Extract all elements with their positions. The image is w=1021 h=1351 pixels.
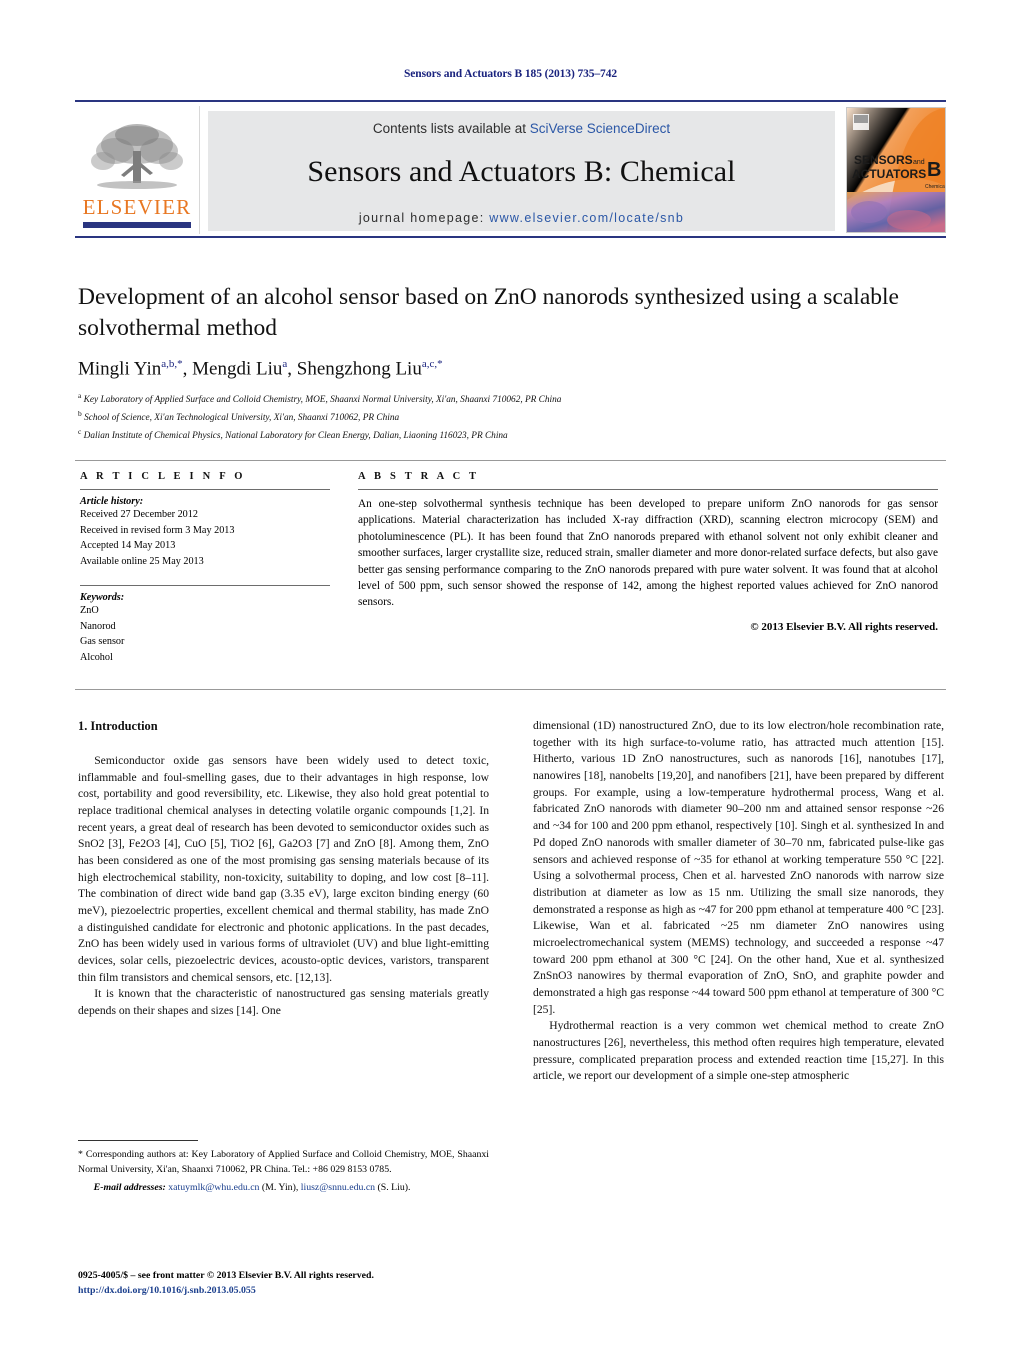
- affiliation-mark: b: [78, 409, 82, 419]
- paragraph: Hydrothermal reaction is a very common w…: [533, 1019, 944, 1083]
- author-name: Mengdi Liu: [192, 358, 283, 380]
- affiliation-text: Dalian Institute of Chemical Physics, Na…: [83, 431, 508, 442]
- abstract-text: An one-step solvothermal synthesis techn…: [358, 498, 938, 609]
- affiliation-mark: c: [78, 427, 82, 437]
- author-affil-mark: a: [282, 358, 288, 370]
- abstract-rule: [358, 489, 938, 490]
- journal-band: Contents lists available at SciVerse Sci…: [208, 111, 835, 231]
- introduction-left-column: 1. Introduction Semiconductor oxide gas …: [78, 718, 489, 1020]
- article-info-column: A R T I C L E I N F O Article history: R…: [80, 471, 330, 665]
- history-item: Received in revised form 3 May 2013: [80, 524, 235, 536]
- elsevier-logo: ELSEVIER: [75, 106, 200, 234]
- svg-text:B: B: [927, 159, 941, 181]
- introduction-right-column: dimensional (1D) nanostructured ZnO, due…: [533, 718, 944, 1085]
- contents-prefix: Contents lists available at: [372, 121, 530, 136]
- keywords-block: Keywords: ZnO Nanorod Gas sensor Alcohol: [80, 585, 330, 665]
- doi-link[interactable]: http://dx.doi.org/10.1016/j.snb.2013.05.…: [78, 1285, 256, 1296]
- paragraph: It is known that the characteristic of n…: [78, 987, 489, 1018]
- keyword-item: ZnO: [80, 605, 99, 616]
- info-abstract-panel: A R T I C L E I N F O Article history: R…: [75, 460, 946, 690]
- keyword-item: Nanorod: [80, 620, 116, 632]
- elsevier-bar: [83, 222, 191, 228]
- email-link-yin[interactable]: xatuymlk@whu.edu.cn: [168, 1182, 259, 1193]
- issn-copyright-line: 0925-4005/$ – see front matter © 2013 El…: [78, 1270, 374, 1281]
- sciencedirect-link[interactable]: SciVerse ScienceDirect: [530, 121, 670, 136]
- elsevier-tree-icon: [91, 124, 183, 189]
- author-list: Mingli Yina,b,*, Mengdi Liua, Shengzhong…: [78, 358, 443, 380]
- history-item: Received 27 December 2012: [80, 509, 198, 520]
- section-heading-introduction: 1. Introduction: [78, 719, 158, 733]
- abstract-column: A B S T R A C T An one-step solvothermal…: [358, 471, 938, 633]
- journal-cover-thumbnail[interactable]: SENSORS and ACTUATORS B Chemical: [846, 107, 946, 233]
- article-info-rule: [80, 489, 330, 490]
- affiliation-item: a Key Laboratory of Applied Surface and …: [78, 390, 938, 408]
- corresponding-author-note: * Corresponding authors at: Key Laborato…: [78, 1149, 489, 1175]
- affiliation-list: a Key Laboratory of Applied Surface and …: [78, 390, 938, 444]
- abstract-heading: A B S T R A C T: [358, 471, 480, 482]
- affiliation-item: b School of Science, Xi'an Technological…: [78, 408, 938, 426]
- homepage-label: journal homepage:: [358, 211, 485, 225]
- affiliation-text: Key Laboratory of Applied Surface and Co…: [83, 395, 562, 406]
- affiliation-text: School of Science, Xi'an Technological U…: [84, 413, 400, 424]
- keyword-item: Gas sensor: [80, 636, 125, 647]
- contents-available-line: Contents lists available at SciVerse Sci…: [373, 121, 670, 136]
- author-name: Shengzhong Liu: [296, 358, 422, 380]
- svg-text:Chemical: Chemical: [925, 184, 945, 190]
- paper-page: Sensors and Actuators B 185 (2013) 735–7…: [0, 0, 1021, 1351]
- paragraph: dimensional (1D) nanostructured ZnO, due…: [533, 719, 944, 1016]
- author-name: Mingli Yin: [78, 358, 162, 380]
- email-owner: (M. Yin): [261, 1182, 296, 1194]
- running-head: Sensors and Actuators B 185 (2013) 735–7…: [403, 68, 618, 80]
- journal-cover-art: SENSORS and ACTUATORS B Chemical: [847, 108, 945, 232]
- footnote-rule: [78, 1140, 198, 1141]
- paragraph: Semiconductor oxide gas sensors have bee…: [78, 753, 489, 984]
- copyright-line: © 2013 Elsevier B.V. All rights reserved…: [750, 620, 938, 633]
- author-affil-mark: a,c,*: [421, 358, 443, 370]
- email-note: E-mail addresses: xatuymlk@whu.edu.cn (M…: [93, 1182, 411, 1194]
- elsevier-wordmark: ELSEVIER: [82, 195, 192, 219]
- article-info-heading: A R T I C L E I N F O: [80, 471, 246, 482]
- email-label: E-mail addresses:: [93, 1182, 166, 1194]
- email-owner: (S. Liu).: [377, 1182, 411, 1194]
- svg-text:and: and: [913, 159, 925, 166]
- footnote-block: * Corresponding authors at: Key Laborato…: [78, 1140, 489, 1196]
- keywords-rule: [80, 585, 330, 586]
- svg-text:ACTUATORS: ACTUATORS: [852, 167, 926, 181]
- journal-homepage-link[interactable]: www.elsevier.com/locate/snb: [489, 211, 684, 225]
- article-history-label: Article history:: [80, 496, 144, 507]
- history-item: Accepted 14 May 2013: [80, 540, 176, 551]
- keyword-item: Alcohol: [80, 651, 113, 663]
- journal-masthead: ELSEVIER Contents lists available at Sci…: [75, 100, 946, 238]
- affiliation-mark: a: [78, 391, 82, 400]
- email-link-liu[interactable]: liusz@snnu.edu.cn: [301, 1182, 375, 1193]
- history-item: Available online 25 May 2013: [80, 555, 204, 567]
- journal-title: Sensors and Actuators B: Chemical: [307, 155, 736, 188]
- journal-homepage-line: journal homepage: www.elsevier.com/locat…: [359, 211, 684, 225]
- author-affil-mark: a,b,*: [161, 358, 183, 370]
- article-title: Development of an alcohol sensor based o…: [78, 284, 899, 342]
- keywords-label: Keywords:: [80, 592, 125, 603]
- imprint-block: 0925-4005/$ – see front matter © 2013 El…: [78, 1268, 578, 1298]
- affiliation-item: c Dalian Institute of Chemical Physics, …: [78, 426, 938, 444]
- svg-text:SENSORS: SENSORS: [854, 153, 913, 167]
